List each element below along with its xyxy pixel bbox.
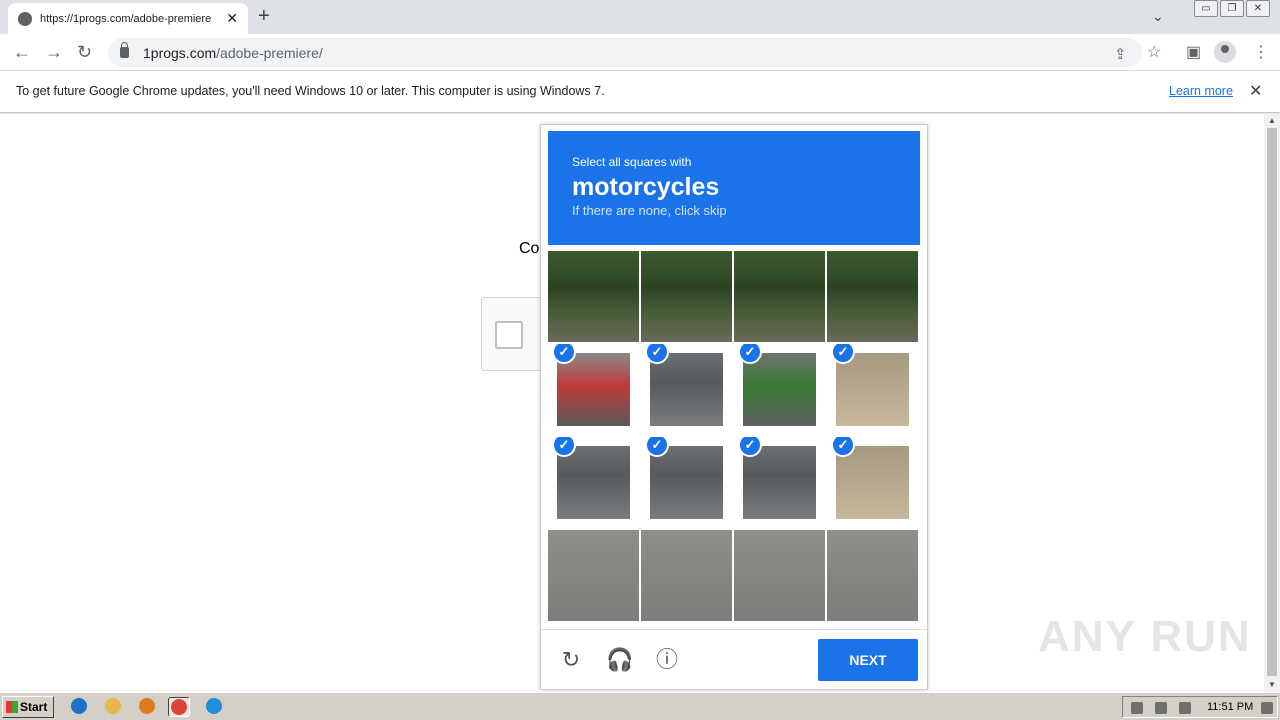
tile-image: [557, 446, 630, 519]
tile-image: [827, 530, 918, 621]
tab-strip: https://1progs.com/adobe-premiere ✕ + ⌄ …: [0, 0, 1280, 34]
tile-image: [548, 251, 639, 342]
new-tab-button[interactable]: +: [258, 6, 270, 26]
scroll-up-icon[interactable]: ▲: [1268, 116, 1276, 125]
captcha-tile[interactable]: ✓: [734, 437, 825, 528]
url-text: 1progs.com/adobe-premiere/: [143, 45, 323, 61]
taskbar-ie-icon[interactable]: [68, 697, 90, 717]
recaptcha-anchor: [481, 297, 543, 371]
captcha-tile[interactable]: [641, 530, 732, 621]
tile-image: [836, 446, 909, 519]
info-icon[interactable]: ⓘ: [654, 647, 680, 673]
captcha-tile[interactable]: ✓: [734, 344, 825, 435]
captcha-target: motorcycles: [572, 173, 720, 201]
page-heading-partial: Co: [519, 240, 540, 257]
tile-image: [557, 353, 630, 426]
captcha-tile[interactable]: [641, 251, 732, 342]
edge-icon: [206, 698, 222, 714]
tile-image: [734, 251, 825, 342]
infobar-close-icon[interactable]: ✕: [1249, 81, 1262, 101]
menu-icon[interactable]: ⋮: [1253, 42, 1269, 62]
volume-icon[interactable]: [1131, 702, 1143, 714]
globe-icon: [18, 11, 32, 26]
taskbar-chrome-icon[interactable]: [168, 697, 190, 717]
ie-icon: [71, 698, 87, 714]
profile-avatar-icon[interactable]: [1214, 41, 1236, 63]
infobar-message: To get future Google Chrome updates, you…: [16, 84, 605, 98]
tile-image: [743, 446, 816, 519]
captcha-challenge: Select all squares with motorcycles If t…: [540, 124, 928, 690]
audio-challenge-icon[interactable]: 🎧: [606, 647, 633, 673]
captcha-tile[interactable]: ✓: [641, 437, 732, 528]
captcha-tile[interactable]: [734, 530, 825, 621]
restore-button[interactable]: ❐: [1220, 0, 1244, 17]
start-button[interactable]: Start: [2, 696, 54, 718]
close-window-button[interactable]: ✕: [1246, 0, 1270, 17]
back-icon[interactable]: ←: [13, 42, 31, 62]
chrome-icon: [171, 699, 187, 715]
minimize-button[interactable]: ▭: [1194, 0, 1218, 17]
captcha-tile[interactable]: ✓: [548, 344, 639, 435]
explorer-icon: [105, 698, 121, 714]
captcha-footer: ↻ 🎧 ⓘ NEXT: [541, 629, 927, 689]
tile-image: [641, 251, 732, 342]
side-panel-icon[interactable]: ▣: [1186, 42, 1201, 62]
tile-image: [650, 446, 723, 519]
tile-image: [641, 530, 732, 621]
page-scrollbar[interactable]: ▲ ▼: [1264, 114, 1280, 692]
tab-search-icon[interactable]: ⌄: [1152, 8, 1164, 25]
bookmark-star-icon[interactable]: ☆: [1147, 42, 1161, 62]
captcha-tile[interactable]: ✓: [548, 437, 639, 528]
captcha-tile[interactable]: [734, 251, 825, 342]
next-button[interactable]: NEXT: [818, 639, 918, 681]
browser-tab[interactable]: https://1progs.com/adobe-premiere ✕: [8, 3, 248, 34]
reload-icon[interactable]: ↻: [77, 42, 92, 62]
captcha-tile[interactable]: [548, 530, 639, 621]
url-path: /adobe-premiere/: [216, 44, 323, 61]
reload-challenge-icon[interactable]: ↻: [558, 647, 584, 673]
show-desktop-icon[interactable]: [1261, 702, 1273, 714]
taskbar-media-icon[interactable]: [136, 697, 158, 717]
tile-image: [650, 353, 723, 426]
tile-image: [734, 530, 825, 621]
captcha-tile-grid: ✓ ✓ ✓ ✓ ✓ ✓ ✓ ✓: [548, 251, 920, 623]
captcha-instruction: Select all squares with: [572, 155, 692, 169]
clock: 11:51 PM: [1207, 701, 1254, 713]
anyrun-watermark: ANY RUN: [1038, 612, 1252, 661]
forward-icon[interactable]: →: [45, 42, 63, 62]
taskbar-edge-icon[interactable]: [203, 697, 225, 717]
window-controls: ▭ ❐ ✕: [1194, 0, 1270, 17]
captcha-tile[interactable]: ✓: [827, 344, 918, 435]
lock-icon[interactable]: [120, 42, 129, 58]
tab-title: https://1progs.com/adobe-premiere: [40, 12, 212, 25]
url-domain: 1progs.com: [143, 44, 217, 61]
flag-icon[interactable]: [1179, 702, 1191, 714]
captcha-skip-hint: If there are none, click skip: [572, 203, 727, 218]
captcha-tile[interactable]: ✓: [641, 344, 732, 435]
media-icon: [139, 698, 155, 714]
tile-image: [743, 353, 816, 426]
address-bar[interactable]: 1progs.com/adobe-premiere/ ⇪: [108, 38, 1142, 67]
captcha-tile[interactable]: [827, 530, 918, 621]
learn-more-link[interactable]: Learn more: [1169, 84, 1233, 98]
share-icon[interactable]: ⇪: [1114, 45, 1127, 63]
update-infobar: To get future Google Chrome updates, you…: [0, 71, 1280, 113]
recaptcha-checkbox[interactable]: [495, 321, 523, 349]
system-tray: 11:51 PM: [1122, 696, 1278, 718]
tile-image: [548, 530, 639, 621]
scrollbar-thumb[interactable]: [1267, 128, 1277, 676]
tile-image: [836, 353, 909, 426]
scroll-down-icon[interactable]: ▼: [1268, 680, 1276, 689]
tile-image: [827, 251, 918, 342]
taskbar-explorer-icon[interactable]: [102, 697, 124, 717]
captcha-tile[interactable]: [548, 251, 639, 342]
network-icon[interactable]: [1155, 702, 1167, 714]
browser-toolbar: ← → ↻ 1progs.com/adobe-premiere/ ⇪ ☆ ▣ ⋮: [0, 34, 1280, 71]
captcha-tile[interactable]: [827, 251, 918, 342]
tab-close-icon[interactable]: ✕: [226, 10, 238, 27]
windows-taskbar: Start 11:51 PM: [0, 692, 1280, 720]
captcha-header: Select all squares with motorcycles If t…: [548, 131, 920, 245]
captcha-tile[interactable]: ✓: [827, 437, 918, 528]
